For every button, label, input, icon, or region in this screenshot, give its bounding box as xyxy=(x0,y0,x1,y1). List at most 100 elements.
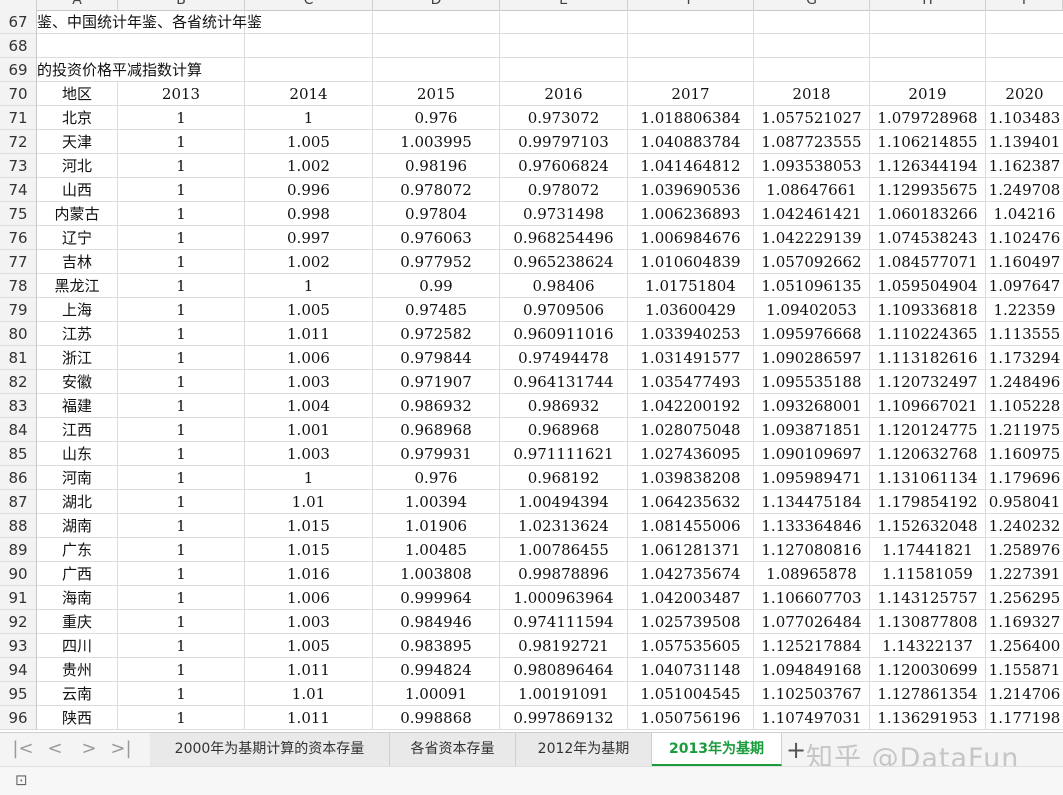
data-cell[interactable]: 1.169327 xyxy=(986,610,1063,634)
column-header-c[interactable]: C xyxy=(245,0,373,10)
column-header-i[interactable]: I xyxy=(986,0,1063,10)
row-number[interactable]: 91 xyxy=(0,586,37,610)
data-cell[interactable]: 0.968192 xyxy=(500,466,628,490)
region-cell[interactable]: 北京 xyxy=(37,106,118,130)
data-cell[interactable]: 1.002 xyxy=(245,154,373,178)
data-cell[interactable]: 1.01906 xyxy=(373,514,500,538)
data-cell[interactable]: 1.102503767 xyxy=(754,682,870,706)
data-cell[interactable]: 1.113555 xyxy=(986,322,1063,346)
data-cell[interactable]: 1.006984676 xyxy=(628,226,754,250)
data-cell[interactable]: 1.057535605 xyxy=(628,634,754,658)
region-cell[interactable]: 江苏 xyxy=(37,322,118,346)
data-cell[interactable]: 2016 xyxy=(500,82,628,106)
data-cell[interactable]: 1.057092662 xyxy=(754,250,870,274)
data-cell[interactable]: 1 xyxy=(118,706,245,730)
data-cell[interactable]: 1.003808 xyxy=(373,562,500,586)
data-cell[interactable]: 1.031491577 xyxy=(628,346,754,370)
data-cell[interactable]: 1.059504904 xyxy=(870,274,986,298)
data-cell[interactable]: 1.08647661 xyxy=(754,178,870,202)
column-header-h[interactable]: H xyxy=(870,0,986,10)
data-cell[interactable]: 0.984946 xyxy=(373,610,500,634)
macro-record-icon[interactable]: ⊡ xyxy=(15,771,33,789)
data-cell[interactable]: 1.126344194 xyxy=(870,154,986,178)
data-cell[interactable]: 1.093538053 xyxy=(754,154,870,178)
data-cell[interactable]: 1.110224365 xyxy=(870,322,986,346)
data-cell[interactable]: 1.004 xyxy=(245,394,373,418)
row-number[interactable]: 73 xyxy=(0,154,37,178)
data-cell[interactable]: 1.025739508 xyxy=(628,610,754,634)
region-cell[interactable]: 贵州 xyxy=(37,658,118,682)
data-cell[interactable]: 1.173294 xyxy=(986,346,1063,370)
tab-provincial-capital-stock[interactable]: 各省资本存量 xyxy=(390,733,516,766)
row-number[interactable]: 78 xyxy=(0,274,37,298)
row-number[interactable]: 82 xyxy=(0,370,37,394)
data-cell[interactable]: 1.005 xyxy=(245,130,373,154)
row-number[interactable]: 70 xyxy=(0,82,37,106)
title-cell[interactable]: 鉴、中国统计年鉴、各省统计年鉴 xyxy=(37,10,437,34)
data-cell[interactable]: 1.011 xyxy=(245,322,373,346)
data-cell[interactable]: 0.997 xyxy=(245,226,373,250)
data-cell[interactable]: 0.998868 xyxy=(373,706,500,730)
data-cell[interactable]: 1.160497 xyxy=(986,250,1063,274)
data-cell[interactable]: 1.079728968 xyxy=(870,106,986,130)
data-cell[interactable]: 1.003995 xyxy=(373,130,500,154)
column-header-f[interactable]: F xyxy=(628,0,754,10)
data-cell[interactable]: 0.97804 xyxy=(373,202,500,226)
data-cell[interactable]: 1.125217884 xyxy=(754,634,870,658)
data-cell[interactable]: 0.972582 xyxy=(373,322,500,346)
data-cell[interactable]: 1.006236893 xyxy=(628,202,754,226)
data-cell[interactable]: 1.14322137 xyxy=(870,634,986,658)
data-cell[interactable]: 1.17441821 xyxy=(870,538,986,562)
region-cell[interactable]: 广西 xyxy=(37,562,118,586)
column-header-b[interactable]: B xyxy=(118,0,245,10)
data-cell[interactable]: 1.211975 xyxy=(986,418,1063,442)
data-cell[interactable]: 1.002 xyxy=(245,250,373,274)
data-cell[interactable]: 2014 xyxy=(245,82,373,106)
data-cell[interactable]: 1 xyxy=(118,130,245,154)
data-cell[interactable]: 1.093268001 xyxy=(754,394,870,418)
data-cell[interactable]: 1.106214855 xyxy=(870,130,986,154)
empty-cell[interactable] xyxy=(754,10,870,34)
data-cell[interactable]: 0.976063 xyxy=(373,226,500,250)
data-cell[interactable]: 1.033940253 xyxy=(628,322,754,346)
data-cell[interactable]: 1.00494394 xyxy=(500,490,628,514)
data-cell[interactable]: 2015 xyxy=(373,82,500,106)
corner-cell[interactable] xyxy=(0,0,37,10)
data-cell[interactable]: 0.978072 xyxy=(500,178,628,202)
data-cell[interactable]: 1.127861354 xyxy=(870,682,986,706)
data-cell[interactable]: 1.113182616 xyxy=(870,346,986,370)
data-cell[interactable]: 1.152632048 xyxy=(870,514,986,538)
data-cell[interactable]: 1.006 xyxy=(245,586,373,610)
region-cell[interactable]: 内蒙古 xyxy=(37,202,118,226)
row-number[interactable]: 79 xyxy=(0,298,37,322)
data-cell[interactable]: 1.035477493 xyxy=(628,370,754,394)
data-cell[interactable]: 0.998 xyxy=(245,202,373,226)
row-number[interactable]: 84 xyxy=(0,418,37,442)
data-cell[interactable]: 1.005 xyxy=(245,298,373,322)
data-cell[interactable]: 1.160975 xyxy=(986,442,1063,466)
data-cell[interactable]: 0.994824 xyxy=(373,658,500,682)
data-cell[interactable]: 1.00394 xyxy=(373,490,500,514)
region-cell[interactable]: 上海 xyxy=(37,298,118,322)
data-cell[interactable]: 2013 xyxy=(118,82,245,106)
data-cell[interactable]: 1.133364846 xyxy=(754,514,870,538)
data-cell[interactable]: 1 xyxy=(118,394,245,418)
data-cell[interactable]: 0.977952 xyxy=(373,250,500,274)
data-cell[interactable]: 1.061281371 xyxy=(628,538,754,562)
data-cell[interactable]: 1 xyxy=(118,178,245,202)
data-cell[interactable]: 1.005 xyxy=(245,634,373,658)
spreadsheet-grid[interactable]: ABCDEFGHI 67 鉴、中国统计年鉴、各省统计年鉴 68 69 的投资价格平减指数… xyxy=(0,0,1063,732)
region-cell[interactable]: 地区 xyxy=(37,82,118,106)
empty-cell[interactable] xyxy=(500,10,628,34)
row-number[interactable]: 95 xyxy=(0,682,37,706)
data-cell[interactable]: 1.003 xyxy=(245,442,373,466)
data-cell[interactable]: 1.109667021 xyxy=(870,394,986,418)
data-cell[interactable]: 0.9731498 xyxy=(500,202,628,226)
data-cell[interactable]: 1.00191091 xyxy=(500,682,628,706)
data-cell[interactable]: 1.041464812 xyxy=(628,154,754,178)
data-cell[interactable]: 1.01 xyxy=(245,682,373,706)
data-cell[interactable]: 0.965238624 xyxy=(500,250,628,274)
data-cell[interactable]: 1 xyxy=(118,514,245,538)
row-number[interactable]: 86 xyxy=(0,466,37,490)
data-cell[interactable]: 1.01 xyxy=(245,490,373,514)
